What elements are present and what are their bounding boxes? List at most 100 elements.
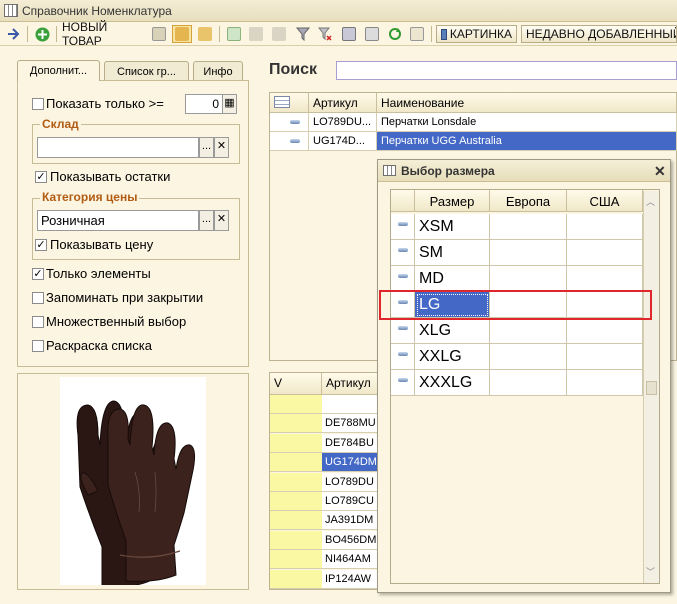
v-cell[interactable] [270,472,322,492]
show-only-input[interactable]: 0 [185,94,223,114]
column-header-article[interactable]: Артикул [322,373,380,395]
column-header-v[interactable]: V [270,373,322,395]
only-elements-checkbox[interactable]: ✓ [32,268,44,280]
filter-icon[interactable] [294,25,312,43]
europe-cell[interactable] [490,370,567,396]
v-cell[interactable] [270,433,322,453]
size-cell[interactable]: SM [415,240,490,266]
export-icon[interactable] [408,25,426,43]
table-cell-article[interactable]: LO789DU [322,472,380,492]
europe-cell[interactable] [490,266,567,292]
europe-cell[interactable] [490,240,567,266]
size-cell[interactable]: XXXLG [415,370,490,396]
table-icon [383,165,396,176]
table-cell-name[interactable]: Перчатки Lonsdale [377,113,677,132]
size-grid-scrollbar[interactable]: ︿ ﹀ [643,191,659,583]
column-header-europe[interactable]: Европа [490,190,567,212]
warehouse-clear-button[interactable]: ✕ [214,137,229,158]
warehouse-select-button[interactable]: ... [199,137,214,158]
tab-group-list[interactable]: Список гр... [104,61,189,81]
show-price-checkbox[interactable]: ✓ [35,239,47,251]
level-up-icon[interactable] [247,25,265,43]
v-cell[interactable] [270,530,322,550]
table-cell-article[interactable]: DE784BU [322,433,380,453]
table-cell-article[interactable] [322,395,380,414]
search-label: Поиск [269,61,318,78]
row-marker [391,318,415,344]
add-copy-icon[interactable] [225,25,243,43]
grid-settings-icon[interactable] [270,93,309,113]
search-input[interactable] [336,61,677,80]
table-cell-article[interactable]: JA391DM [322,511,380,531]
size-cell[interactable]: XXLG [415,344,490,370]
close-icon[interactable]: ✕ [654,163,666,180]
show-only-checkbox[interactable] [32,98,44,110]
new-item-button[interactable]: НОВЫЙ ТОВАР [62,20,146,48]
column-header-article[interactable]: Артикул [309,93,377,113]
remember-checkbox[interactable] [32,292,44,304]
price-category-select-button[interactable]: ... [199,210,214,231]
copy-icon[interactable] [150,25,168,43]
size-dialog-title: Выбор размера [401,164,495,178]
level-down-icon[interactable] [270,25,288,43]
size-dialog-titlebar: Выбор размера ✕ [378,160,670,182]
scroll-thumb[interactable] [646,381,657,395]
multi-select-checkbox[interactable] [32,316,44,328]
warehouse-input[interactable] [37,137,199,158]
europe-cell[interactable] [490,214,567,240]
add-icon[interactable] [33,25,51,43]
tab-info[interactable]: Инфо [193,61,243,81]
scroll-down-icon[interactable]: ﹀ [646,565,655,578]
column-header-usa[interactable]: США [567,190,643,212]
v-cell[interactable] [270,569,322,589]
table-cell-name-selected[interactable]: Перчатки UGG Australia [377,132,677,151]
v-cell[interactable] [270,511,322,531]
product-image [60,377,206,588]
table-cell-article[interactable]: BO456DM [322,530,380,550]
picture-button[interactable]: КАРТИНКА [436,25,517,43]
folder-up-icon[interactable] [196,25,214,43]
print-icon[interactable] [363,25,381,43]
scroll-up-icon[interactable]: ︿ [646,195,655,208]
calculator-icon[interactable]: ▦ [222,94,237,114]
v-cell[interactable] [270,492,322,511]
v-cell[interactable] [270,550,322,570]
remember-label: Запоминать при закрытии [46,290,204,305]
table-cell-article[interactable]: UG174DM [322,453,380,473]
price-category-clear-button[interactable]: ✕ [214,210,229,231]
folder-view-icon[interactable] [172,25,192,43]
usa-cell[interactable] [567,318,643,344]
refresh-icon[interactable] [386,25,404,43]
show-stock-checkbox[interactable]: ✓ [35,171,47,183]
table-cell-article[interactable]: LO789DU... [309,113,377,132]
table-cell-article[interactable]: NI464AM [322,550,380,570]
europe-cell[interactable] [490,318,567,344]
column-header-name[interactable]: Наименование [377,93,677,113]
navigate-icon[interactable] [4,25,22,43]
coloring-checkbox[interactable] [32,340,44,352]
table-cell-article[interactable]: LO789CU [322,492,380,511]
v-cell[interactable] [270,414,322,434]
clear-filter-icon[interactable] [316,25,334,43]
usa-cell[interactable] [567,240,643,266]
table-cell-article[interactable]: DE788MU [322,414,380,434]
recent-added-button[interactable]: НЕДАВНО ДОБАВЛЕННЫЙ Т [521,25,677,43]
settings-icon[interactable] [340,25,358,43]
v-cell[interactable] [270,453,322,473]
price-category-label: Категория цены [40,190,140,204]
size-cell[interactable]: MD [415,266,490,292]
size-cell[interactable]: XLG [415,318,490,344]
v-cell[interactable] [270,395,322,414]
europe-cell[interactable] [490,344,567,370]
column-header-size[interactable]: Размер [415,190,490,212]
row-marker [391,266,415,292]
usa-cell[interactable] [567,214,643,240]
usa-cell[interactable] [567,370,643,396]
usa-cell[interactable] [567,266,643,292]
table-cell-article[interactable]: IP124AW [322,569,380,589]
table-cell-article[interactable]: UG174D... [309,132,377,151]
usa-cell[interactable] [567,344,643,370]
price-category-input[interactable]: Розничная [37,210,199,231]
tab-additional[interactable]: Дополнит... [17,60,100,81]
size-cell[interactable]: XSM [415,214,490,240]
